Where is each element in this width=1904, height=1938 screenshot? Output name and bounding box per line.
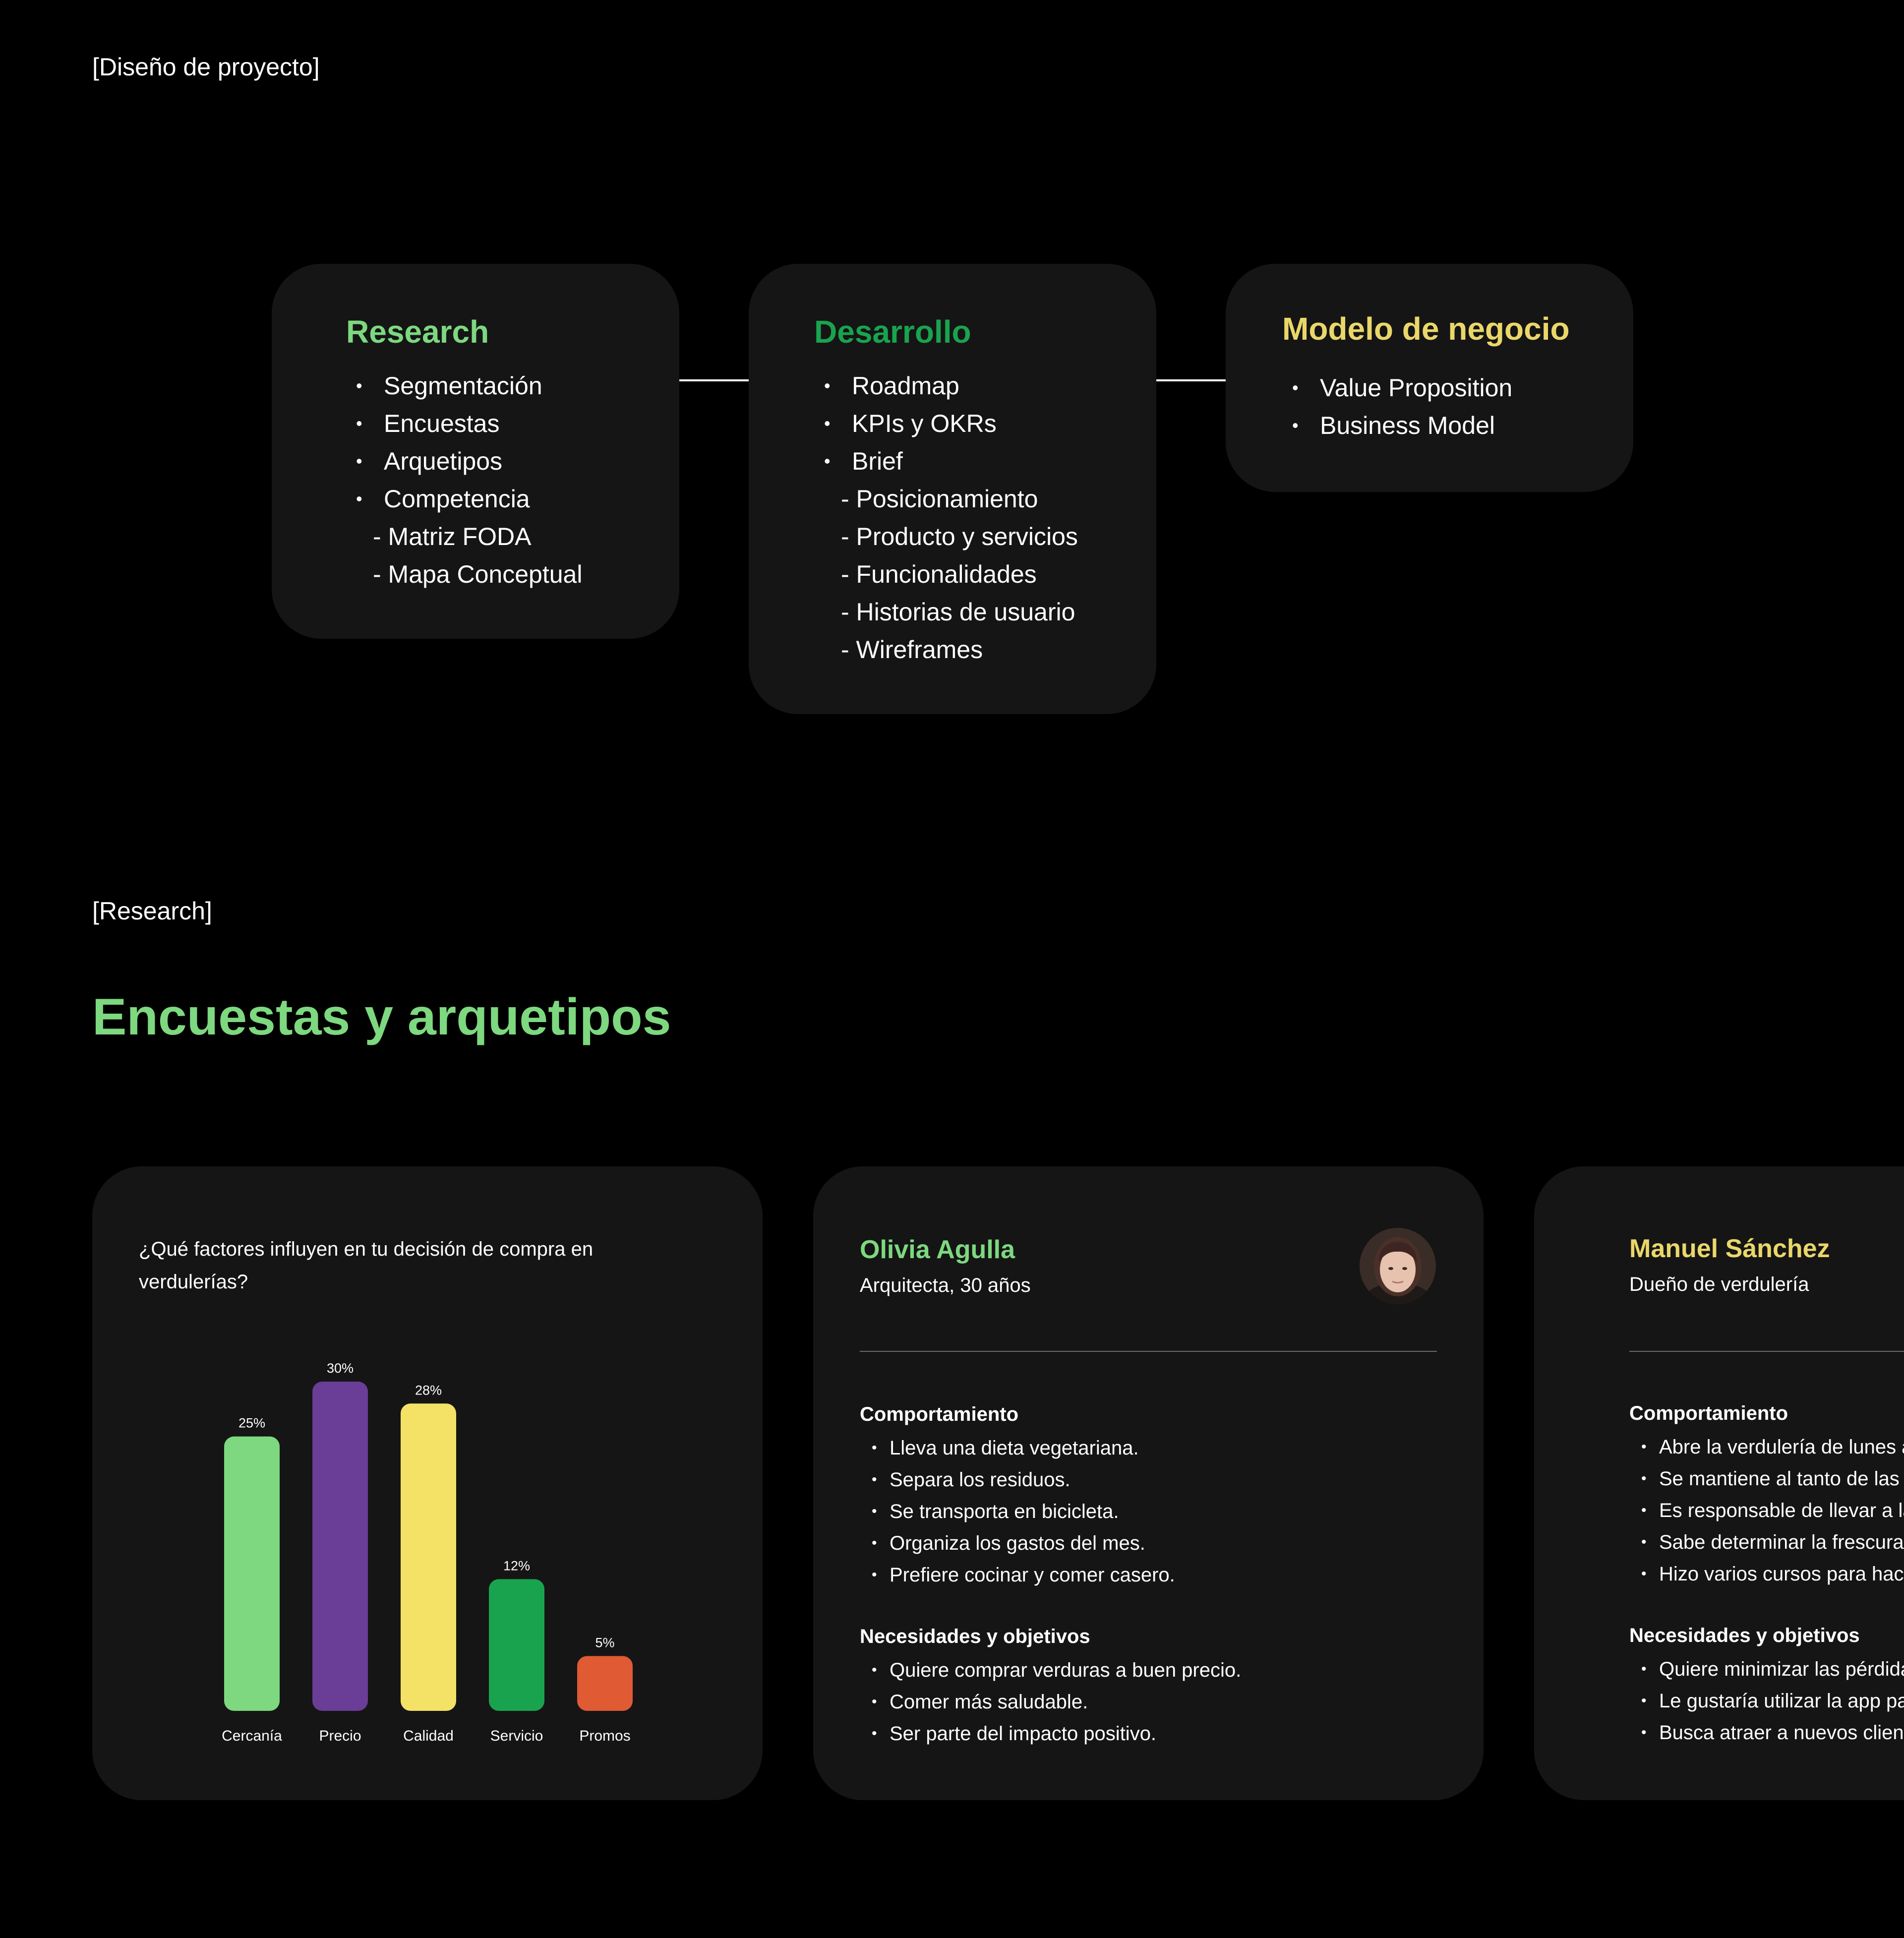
list-item: Separa los residuos. xyxy=(860,1464,1175,1496)
bar xyxy=(401,1403,456,1711)
list-item: Organiza los gastos del mes. xyxy=(860,1527,1175,1559)
phase-list-item: Segmentación xyxy=(346,367,582,405)
list-item: Se mantiene al tanto de las xyxy=(1629,1463,1904,1495)
phase-title: Modelo de negocio xyxy=(1282,311,1570,347)
persona-role: Arquitecta, 30 años xyxy=(860,1274,1031,1296)
needs-heading: Necesidades y objetivos xyxy=(860,1626,1090,1647)
phase-card-research: Research SegmentaciónEncuestasArquetipos… xyxy=(272,264,679,639)
connector-line xyxy=(1156,379,1226,381)
bar-chart: 25% Cercanía 30% Precio 28% Calidad 12% Servici… xyxy=(222,1361,633,1744)
phase-list-item: - Producto y servicios xyxy=(841,523,1078,550)
bar xyxy=(312,1382,368,1711)
phase-list-item: - Funcionalidades xyxy=(841,560,1037,588)
bar xyxy=(577,1656,633,1711)
category-label: Promos xyxy=(579,1728,630,1744)
survey-card: ¿Qué factores influyen en tu decisión de… xyxy=(92,1166,763,1800)
phase-list-item: KPIs y OKRs xyxy=(814,405,1078,442)
bar-value-label: 25% xyxy=(238,1416,265,1431)
bar-value-label: 30% xyxy=(327,1361,354,1376)
needs-heading: Necesidades y objetivos xyxy=(1629,1625,1860,1646)
phase-card-desarrollo: Desarrollo RoadmapKPIs y OKRsBrief - Posi… xyxy=(749,264,1156,714)
avatar xyxy=(1360,1228,1436,1304)
connector-line xyxy=(679,379,749,381)
woman-portrait-icon xyxy=(1360,1228,1436,1304)
phase-list-item: - Posicionamiento xyxy=(841,485,1038,513)
phase-list-item: Business Model xyxy=(1282,407,1512,444)
phase-title: Desarrollo xyxy=(814,314,971,350)
needs-list: Quiere comprar verduras a buen precio.Co… xyxy=(860,1654,1241,1750)
list-item: Abre la verdulería de lunes a xyxy=(1629,1431,1904,1463)
needs-list: Quiere minimizar las pérdidaLe gustaría … xyxy=(1629,1653,1904,1749)
divider xyxy=(860,1351,1437,1352)
bar-value-label: 5% xyxy=(595,1635,614,1650)
list-item: Ser parte del impacto positivo. xyxy=(860,1718,1241,1750)
phase-list-item: - Historias de usuario xyxy=(841,598,1075,626)
phase-list-item: - Matriz FODA xyxy=(373,523,532,550)
phase-list-item: - Mapa Conceptual xyxy=(373,560,583,588)
section-tag-diseno: [Diseño de proyecto] xyxy=(92,53,320,81)
phase-list-item: Value Proposition xyxy=(1282,369,1512,407)
category-label: Servicio xyxy=(490,1728,543,1744)
section-tag-research: [Research] xyxy=(92,897,212,925)
phase-list-item: Competencia xyxy=(346,480,582,518)
behavior-heading: Comportamiento xyxy=(860,1403,1018,1425)
phase-title: Research xyxy=(346,314,489,350)
phase-list: SegmentaciónEncuestasArquetiposCompetenc… xyxy=(346,367,582,593)
list-item: Es responsable de llevar a la xyxy=(1629,1495,1904,1526)
phase-list: Value PropositionBusiness Model xyxy=(1282,369,1512,444)
persona-name: Olivia Agulla xyxy=(860,1235,1015,1264)
phase-list: RoadmapKPIs y OKRsBrief - Posicionamiento… xyxy=(814,367,1078,668)
persona-card: Olivia Agulla Arquitecta, 30 años Compor… xyxy=(813,1166,1484,1800)
bar-value-label: 28% xyxy=(415,1383,442,1397)
phase-list-item: Arquetipos xyxy=(346,442,582,480)
bar-value-label: 12% xyxy=(503,1558,530,1573)
behavior-list: Abre la verdulería de lunes aSe mantiene… xyxy=(1629,1431,1904,1590)
category-label: Precio xyxy=(319,1728,361,1744)
phase-list-item: - Wireframes xyxy=(841,636,983,664)
page-title: Encuestas y arquetipos xyxy=(92,988,671,1046)
list-item: Sabe determinar la frescura xyxy=(1629,1526,1904,1558)
list-item: Hizo varios cursos para hac xyxy=(1629,1558,1904,1590)
list-item: Lleva una dieta vegetariana. xyxy=(860,1432,1175,1464)
category-label: Calidad xyxy=(403,1728,454,1744)
persona-card: Manuel Sánchez Dueño de verdulería Compo… xyxy=(1534,1166,1904,1800)
phase-list-item: Roadmap xyxy=(814,367,1078,405)
phase-card-modelo: Modelo de negocio Value PropositionBusin… xyxy=(1226,264,1633,492)
phase-list-item: Brief xyxy=(814,442,1078,480)
list-item: Quiere comprar verduras a buen precio. xyxy=(860,1654,1241,1686)
list-item: Comer más saludable. xyxy=(860,1686,1241,1718)
list-item: Prefiere cocinar y comer casero. xyxy=(860,1559,1175,1591)
phase-list-item: Encuestas xyxy=(346,405,582,442)
list-item: Quiere minimizar las pérdida xyxy=(1629,1653,1904,1685)
behavior-list: Lleva una dieta vegetariana.Separa los r… xyxy=(860,1432,1175,1591)
list-item: Le gustaría utilizar la app pa xyxy=(1629,1685,1904,1717)
list-item: Se transporta en bicicleta. xyxy=(860,1496,1175,1527)
list-item: Busca atraer a nuevos clien xyxy=(1629,1717,1904,1749)
category-label: Cercanía xyxy=(222,1728,282,1744)
bar xyxy=(489,1579,544,1711)
bar xyxy=(224,1436,280,1711)
